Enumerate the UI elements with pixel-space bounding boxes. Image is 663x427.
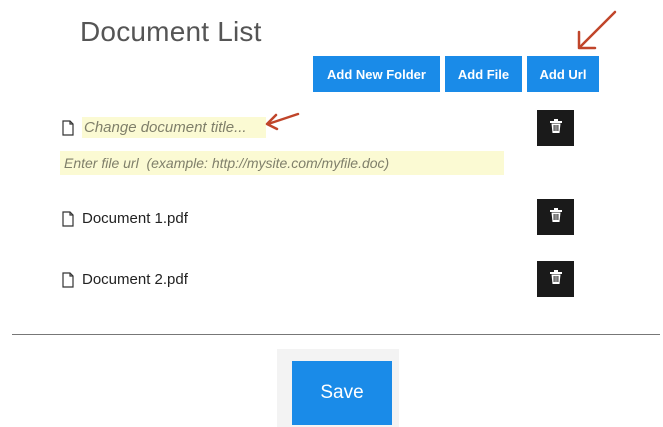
file-icon bbox=[60, 210, 76, 227]
file-icon bbox=[60, 271, 76, 288]
delete-document-button[interactable] bbox=[537, 199, 574, 235]
document-row[interactable]: Document 1.pdf bbox=[60, 210, 188, 227]
document-row[interactable]: Document 2.pdf bbox=[60, 271, 188, 288]
delete-document-button[interactable] bbox=[537, 261, 574, 297]
document-title-input[interactable] bbox=[82, 117, 266, 138]
file-icon bbox=[60, 119, 76, 136]
trash-icon bbox=[549, 207, 562, 227]
page-title: Document List bbox=[80, 16, 262, 47]
document-name: Document 2.pdf bbox=[82, 271, 188, 288]
file-url-input[interactable] bbox=[60, 151, 504, 175]
annotation-arrow-icon bbox=[577, 10, 617, 50]
add-file-button[interactable]: Add File bbox=[445, 56, 522, 92]
document-name: Document 1.pdf bbox=[82, 210, 188, 227]
trash-icon bbox=[549, 118, 562, 138]
trash-icon bbox=[549, 269, 562, 289]
annotation-arrow-icon bbox=[265, 112, 300, 131]
new-document-row bbox=[60, 117, 266, 138]
add-new-folder-button[interactable]: Add New Folder bbox=[313, 56, 440, 92]
divider bbox=[12, 334, 660, 335]
add-url-button[interactable]: Add Url bbox=[527, 56, 599, 92]
delete-new-document-button[interactable] bbox=[537, 110, 574, 146]
save-button[interactable]: Save bbox=[292, 361, 392, 425]
